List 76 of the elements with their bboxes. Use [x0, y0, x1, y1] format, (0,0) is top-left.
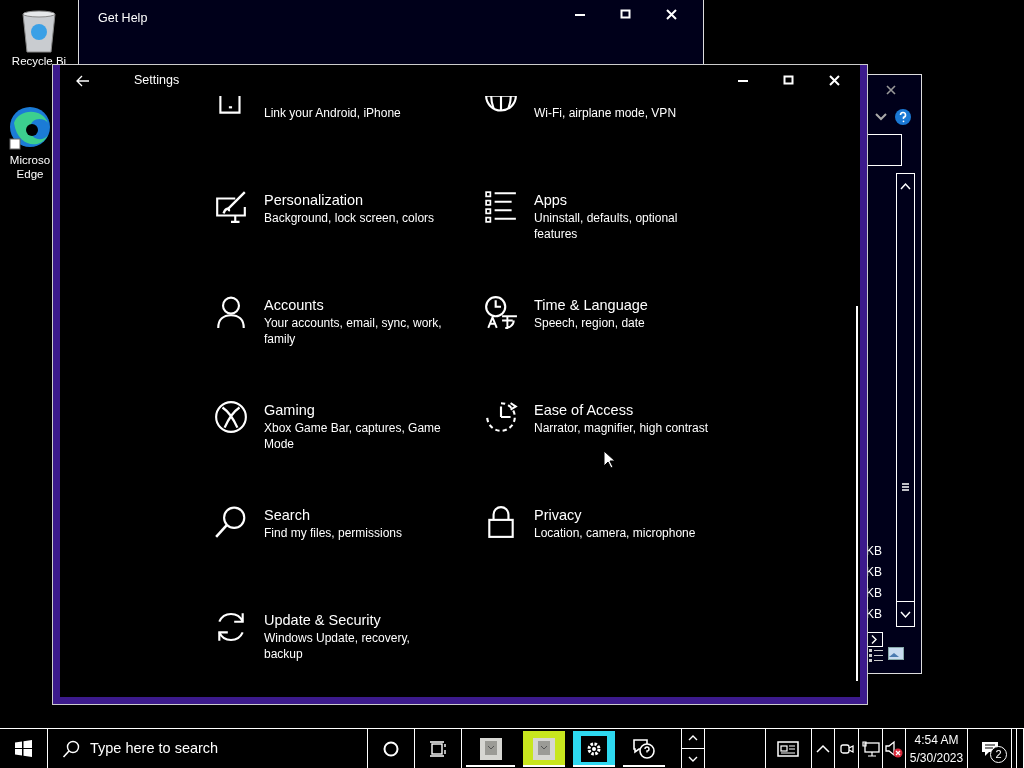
settings-item[interactable]: Ease of Access Narrator, magnifier, high contrast	[484, 400, 754, 505]
item-title: Accounts	[264, 296, 325, 315]
item-description: Windows Update, recovery, backup	[264, 630, 411, 662]
item-title: Gaming	[264, 401, 316, 420]
app-icon	[477, 735, 504, 762]
monitor-network-icon	[861, 740, 880, 757]
task-view-icon	[429, 740, 447, 757]
chevron-up-icon	[816, 744, 830, 753]
settings-item[interactable]: Time & Language Speech, region, date	[484, 295, 754, 400]
windows-logo-icon	[15, 740, 32, 757]
item-title: Personalization	[264, 191, 365, 210]
item-title: Ease of Access	[534, 401, 635, 420]
settings-item[interactable]: Link your Android, iPhone	[214, 96, 484, 190]
app-icon	[531, 735, 557, 762]
details-view-icon[interactable]	[868, 647, 884, 663]
notification-count: 2	[990, 746, 1007, 763]
speaker-muted-icon	[884, 739, 904, 758]
monitor-brush-icon	[214, 190, 248, 224]
volume-button[interactable]	[883, 729, 906, 768]
recycle-bin-icon	[19, 8, 59, 54]
gear-icon	[581, 735, 607, 762]
circle-x-icon	[214, 400, 248, 434]
back-arrow-icon	[76, 74, 90, 87]
item-title: Search	[264, 506, 311, 525]
person-icon	[214, 295, 248, 329]
chevron-down-icon[interactable]	[875, 113, 887, 121]
item-description: Xbox Game Bar, captures, Game Mode	[264, 420, 442, 452]
window-title: Get Help	[97, 10, 148, 27]
item-title: Apps	[534, 191, 569, 210]
search-box[interactable]: Type here to search	[48, 729, 368, 768]
item-description: Location, camera, microphone	[534, 525, 696, 541]
close-icon[interactable]	[886, 85, 896, 95]
settings-item[interactable]: Search Find my files, permissions	[214, 505, 484, 610]
search-icon	[62, 739, 80, 758]
item-title: Update & Security	[264, 611, 382, 630]
clock-time: 4:54 AM	[913, 731, 960, 749]
clock-date: 5/30/2023	[909, 749, 964, 767]
item-title: Time & Language	[534, 296, 648, 315]
clock[interactable]: 4:54 AM 5/30/2023	[906, 729, 968, 768]
maximize-icon	[620, 9, 632, 21]
close-icon	[666, 9, 678, 21]
grip-icon[interactable]	[902, 482, 909, 491]
item-description: Find my files, permissions	[264, 525, 403, 541]
show-desktop-button[interactable]	[1016, 729, 1024, 768]
settings-item[interactable]: Accounts Your accounts, email, sync, work, family	[214, 295, 484, 400]
maximize-icon	[783, 74, 795, 87]
settings-item[interactable]: Update & Security Windows Update, recovery, backup	[214, 610, 484, 697]
settings-item[interactable]: Wi-Fi, airplane mode, VPN	[484, 96, 754, 190]
network-button[interactable]	[859, 729, 883, 768]
newspaper-icon	[776, 739, 801, 758]
item-description: Wi-Fi, airplane mode, VPN	[534, 105, 677, 121]
notifications-button[interactable]: 2	[968, 729, 1012, 768]
close-icon	[829, 74, 841, 87]
scrollbar[interactable]	[896, 173, 915, 627]
mouse-cursor-icon	[603, 450, 616, 470]
icon-label[interactable]: Microso Edge	[8, 153, 52, 181]
settings-item[interactable]: Apps Uninstall, defaults, optional features	[484, 190, 754, 295]
window-title: Settings	[134, 72, 180, 90]
item-description: Speech, region, date	[534, 315, 646, 331]
item-description: Your accounts, email, sync, work, family	[264, 315, 443, 347]
settings-item[interactable]: Gaming Xbox Game Bar, captures, Game Mode	[214, 400, 484, 505]
list-icon	[484, 190, 518, 224]
item-description: Narrator, magnifier, high contrast	[534, 420, 709, 436]
clock-letter-icon	[484, 295, 518, 329]
circle-icon	[383, 740, 399, 757]
settings-item[interactable]: Privacy Location, camera, microphone	[484, 505, 754, 610]
dial-icon	[484, 400, 518, 434]
scrollbar-thumb[interactable]	[856, 306, 858, 681]
item-description: Link your Android, iPhone	[264, 105, 401, 121]
item-title: Privacy	[534, 506, 583, 525]
settings-item[interactable]: Personalization Background, lock screen, colors	[214, 190, 484, 295]
edge-logo-icon	[8, 105, 52, 153]
item-description: Uninstall, defaults, optional features	[534, 210, 679, 242]
help-icon[interactable]	[895, 109, 911, 125]
search-icon	[214, 505, 248, 539]
item-description: Background, lock screen, colors	[264, 210, 435, 226]
